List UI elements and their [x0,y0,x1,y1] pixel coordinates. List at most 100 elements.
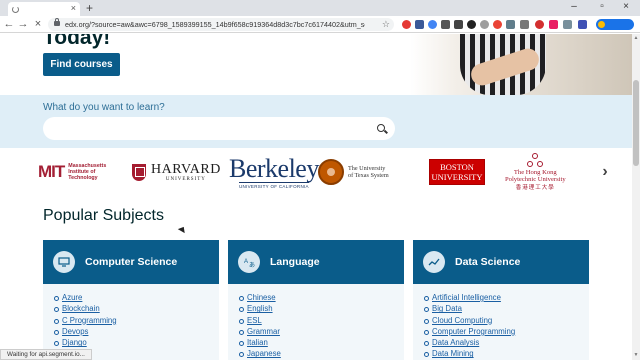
subject-link[interactable]: Data Mining [424,348,589,359]
mit-mark: MIT [38,162,65,181]
subject-link[interactable]: Italian [239,337,404,348]
mit-wordmark: Massachusetts Institute of Technology [68,162,107,182]
extension-icon[interactable] [467,20,476,29]
subject-card-computer-science: Computer Science Azure Blockchain C Prog… [43,240,219,360]
subject-card-data-science: Data Science Artificial Intelligence Big… [413,240,589,360]
scroll-down-icon[interactable]: ▼ [633,352,639,358]
browser-titlebar: × + – ▫ × [0,0,640,16]
logo-berkeley[interactable]: Berkeley UNIVERSITY OF CALIFORNIA [229,150,319,194]
bu-badge: BOSTON UNIVERSITY [429,159,485,185]
subject-link[interactable]: Artificial Intelligence [424,292,589,303]
card-title: Computer Science [85,256,178,268]
logo-harvard[interactable]: HARVARD UNIVERSITY [132,150,221,194]
berkeley-wordmark: Berkeley [229,153,319,183]
ut-seal-icon [318,159,344,185]
profile-button[interactable] [596,19,634,30]
close-tab-icon[interactable]: × [71,3,76,13]
card-title: Language [270,256,320,268]
logo-mit[interactable]: MIT Massachusetts Institute of Technolog… [38,150,118,194]
svg-text:あ: あ [249,262,255,268]
browser-toolbar: ← → × edx.org/?source=aw&awc=6798_158939… [0,16,640,33]
search-input[interactable] [43,117,395,140]
lock-icon [54,18,60,26]
card-header[interactable]: Computer Science [43,240,219,284]
extension-icon[interactable] [563,20,572,29]
extension-icon[interactable] [535,20,544,29]
find-courses-button[interactable]: Find courses [43,53,120,76]
harvard-subtitle: UNIVERSITY [165,177,206,182]
subject-link[interactable]: English [239,303,404,314]
partner-logos-carousel: MIT Massachusetts Institute of Technolog… [0,150,632,194]
extension-icon[interactable] [428,20,437,29]
subject-link-list: Azure Blockchain C Programming Devops Dj… [43,284,219,348]
bu-line2: UNIVERSITY [431,172,483,182]
mouse-cursor-icon [177,224,188,234]
subject-card-language: Aあ Language Chinese English ESL Grammar … [228,240,404,360]
polyu-emblem-icon [527,153,544,169]
popular-subjects-heading: Popular Subjects [43,207,164,224]
subject-link[interactable]: Japanese [239,348,404,359]
logo-polyu[interactable]: The Hong Kong Polytechnic University 香港理… [505,150,566,194]
subject-link[interactable]: Chinese [239,292,404,303]
logo-ut-system[interactable]: The University of Texas System [318,150,389,194]
translate-icon: Aあ [238,251,260,273]
browser-status-bar: Waiting for api.segment.io... [0,349,92,360]
extension-icon[interactable] [480,20,489,29]
subject-link-list: Artificial Intelligence Big Data Cloud C… [413,284,589,360]
stop-button[interactable]: × [31,16,45,33]
download-icon[interactable] [454,20,463,29]
chart-icon [423,251,445,273]
browser-tab[interactable]: × [8,2,80,16]
subject-link-list: Chinese English ESL Grammar Italian Japa… [228,284,404,360]
search-section: What do you want to learn? [0,95,632,148]
subject-link[interactable]: Azure [54,292,219,303]
subject-link[interactable]: C Programming [54,315,219,326]
subject-link[interactable]: Blockchain [54,303,219,314]
ut-wordmark: The University of Texas System [348,164,389,179]
back-button[interactable]: ← [2,16,16,33]
subject-link[interactable]: Data Analysis [424,337,589,348]
address-bar[interactable]: edx.org/?source=aw&awc=6798_1589399155_1… [48,18,394,31]
polyu-chinese-name: 香港理工大學 [515,185,555,191]
new-tab-button[interactable]: + [86,1,93,15]
subject-link[interactable]: Big Data [424,303,589,314]
hero-title: Today! [43,34,111,49]
minimize-button[interactable]: – [560,0,588,16]
card-title: Data Science [455,256,521,268]
search-label: What do you want to learn? [43,102,165,113]
harvard-shield-icon [132,163,146,181]
subject-link[interactable]: Cloud Computing [424,315,589,326]
polyu-wordmark: The Hong Kong Polytechnic University [505,169,566,183]
bookmark-star-icon[interactable]: ☆ [382,18,390,30]
card-header[interactable]: Aあ Language [228,240,404,284]
harvard-wordmark: HARVARD [151,162,221,177]
url-text: edx.org/?source=aw&awc=6798_1589399155_1… [65,20,365,29]
scroll-up-icon[interactable]: ▲ [633,35,639,41]
extension-icon[interactable] [402,20,411,29]
subject-link[interactable]: Computer Programming [424,326,589,337]
berkeley-subtitle: UNIVERSITY OF CALIFORNIA [238,181,309,189]
extension-icon[interactable] [578,20,587,29]
extension-icon[interactable] [441,20,450,29]
subject-link[interactable]: Devops [54,326,219,337]
svg-text:A: A [244,259,248,265]
carousel-next-icon[interactable]: › [599,162,611,182]
page-content: Today! Find courses What do you want to … [0,34,632,360]
hero-section: Today! Find courses [0,34,632,95]
extension-icon[interactable] [520,20,529,29]
extension-icon[interactable] [506,20,515,29]
card-header[interactable]: Data Science [413,240,589,284]
extension-icon[interactable] [549,20,558,29]
close-window-button[interactable]: × [612,0,640,16]
monitor-icon [53,251,75,273]
search-icon[interactable] [377,124,385,132]
logo-boston-university[interactable]: BOSTON UNIVERSITY [429,150,485,194]
forward-button[interactable]: → [16,16,30,33]
extension-icon[interactable] [493,20,502,29]
subject-link[interactable]: Grammar [239,326,404,337]
subject-link[interactable]: Django [54,337,219,348]
scrollbar-thumb[interactable] [633,80,639,166]
extension-icon[interactable] [415,20,424,29]
subject-link[interactable]: ESL [239,315,404,326]
page-scrollbar[interactable]: ▲ ▼ [632,34,640,360]
